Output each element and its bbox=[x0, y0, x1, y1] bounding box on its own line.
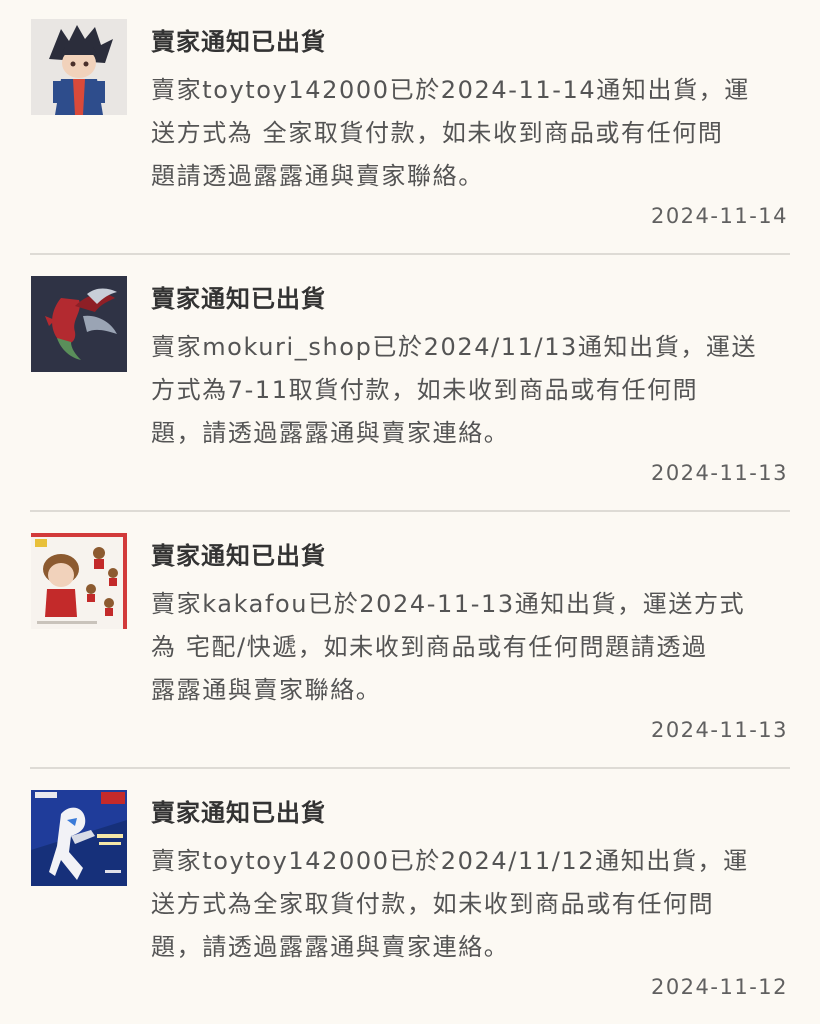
message-line: 題，請透過露露通與賣家連絡。 bbox=[151, 419, 510, 447]
divider bbox=[30, 253, 790, 255]
message-line: 為 宅配/快遞，如未收到商品或有任何問題請透過 bbox=[151, 633, 708, 661]
notification-date: 2024-11-14 bbox=[650, 204, 788, 228]
notification-message: 賣家toytoy142000已於2024-11-14通知出貨，運 送方式為 全家… bbox=[151, 69, 791, 198]
message-line: 送方式為 全家取貨付款，如未收到商品或有任何問 bbox=[151, 119, 724, 147]
message-line: 賣家kakafou已於2024-11-13通知出貨，運送方式 bbox=[151, 590, 746, 618]
nendoroid-box-icon bbox=[31, 533, 127, 629]
notification-title: 賣家通知已出貨 bbox=[151, 285, 326, 313]
notification-title: 賣家通知已出貨 bbox=[151, 542, 326, 570]
message-line: 方式為7-11取貨付款，如未收到商品或有任何問 bbox=[151, 376, 699, 404]
message-line: 題，請透過露露通與賣家連絡。 bbox=[151, 933, 510, 961]
notification-item[interactable]: 賣家通知已出貨 賣家toytoy142000已於2024-11-14通知出貨，運… bbox=[0, 0, 820, 257]
message-line: 題請透過露露通與賣家聯絡。 bbox=[151, 162, 484, 190]
notification-date: 2024-11-13 bbox=[650, 461, 788, 485]
notification-date: 2024-11-13 bbox=[650, 718, 788, 742]
notification-list: 賣家通知已出貨 賣家toytoy142000已於2024-11-14通知出貨，運… bbox=[0, 0, 820, 1024]
divider bbox=[30, 510, 790, 512]
hero-poster-icon bbox=[31, 790, 127, 886]
product-thumbnail[interactable] bbox=[31, 276, 127, 372]
notification-message: 賣家toytoy142000已於2024/11/12通知出貨，運 送方式為全家取… bbox=[151, 840, 791, 969]
notification-item[interactable]: 賣家通知已出貨 賣家kakafou已於2024-11-13通知出貨，運送方式 為… bbox=[0, 514, 820, 771]
product-thumbnail[interactable] bbox=[31, 19, 127, 115]
message-line: 賣家mokuri_shop已於2024/11/13通知出貨，運送 bbox=[151, 333, 758, 361]
product-thumbnail[interactable] bbox=[31, 790, 127, 886]
message-line: 送方式為全家取貨付款，如未收到商品或有任何問 bbox=[151, 890, 715, 918]
divider bbox=[30, 767, 790, 769]
dragon-figure-icon bbox=[31, 276, 127, 372]
notification-title: 賣家通知已出貨 bbox=[151, 28, 326, 56]
notification-message: 賣家mokuri_shop已於2024/11/13通知出貨，運送 方式為7-11… bbox=[151, 326, 791, 455]
message-line: 賣家toytoy142000已於2024-11-14通知出貨，運 bbox=[151, 76, 750, 104]
message-line: 露露通與賣家聯絡。 bbox=[151, 676, 382, 704]
anime-figure-icon bbox=[31, 19, 127, 115]
notification-title: 賣家通知已出貨 bbox=[151, 799, 326, 827]
notification-item[interactable]: 賣家通知已出貨 賣家mokuri_shop已於2024/11/13通知出貨，運送… bbox=[0, 257, 820, 514]
notification-message: 賣家kakafou已於2024-11-13通知出貨，運送方式 為 宅配/快遞，如… bbox=[151, 583, 791, 712]
notification-date: 2024-11-12 bbox=[650, 975, 788, 999]
product-thumbnail[interactable] bbox=[31, 533, 127, 629]
message-line: 賣家toytoy142000已於2024/11/12通知出貨，運 bbox=[151, 847, 749, 875]
notification-item[interactable]: 賣家通知已出貨 賣家toytoy142000已於2024/11/12通知出貨，運… bbox=[0, 771, 820, 1024]
